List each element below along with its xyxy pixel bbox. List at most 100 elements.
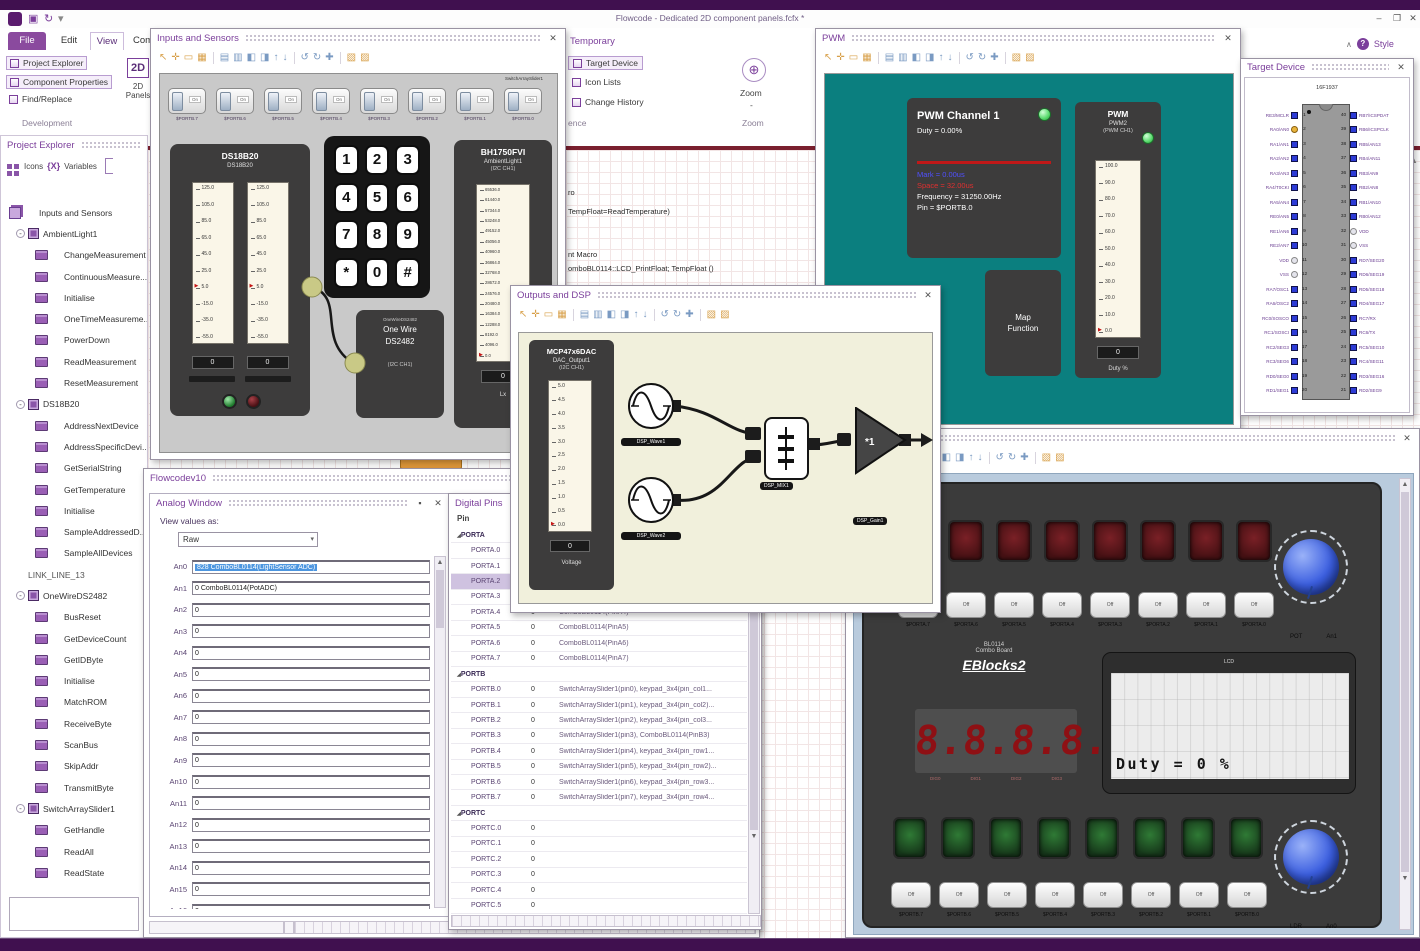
- port-toggle-button[interactable]: Off: [1090, 592, 1130, 618]
- tree-expander[interactable]: [52, 677, 61, 686]
- tree-expander[interactable]: [52, 783, 61, 792]
- analog-value-input[interactable]: 0: [192, 645, 430, 660]
- tree-expander[interactable]: [52, 315, 61, 324]
- digital-pin-row[interactable]: PORTA.5 0 ComboBL0114(PinA5): [451, 621, 747, 637]
- toolbar-icon[interactable]: [877, 52, 879, 64]
- switch-handle[interactable]: [412, 92, 423, 111]
- tree-expander[interactable]: [52, 251, 61, 260]
- variables-icon[interactable]: {X}: [47, 161, 60, 171]
- toolbar-icon[interactable]: ▧: [347, 53, 356, 63]
- analog-value-input[interactable]: 828 ComboBL0114(LightSensor ADC): [192, 559, 430, 574]
- tree-item[interactable]: Initialise: [3, 287, 147, 308]
- tree-item[interactable]: GetTemperature: [3, 479, 147, 500]
- view-toggle[interactable]: Icon Lists: [568, 76, 625, 88]
- analog-value-input[interactable]: 0: [192, 753, 430, 768]
- digital-pin-row[interactable]: PORTA.6 0 ComboBL0114(PinA6): [451, 636, 747, 652]
- toolbar-icon[interactable]: ▨: [360, 53, 369, 63]
- toolbar-icon[interactable]: ▥: [898, 53, 907, 63]
- switch-handle[interactable]: [508, 92, 519, 111]
- port-toggle-button[interactable]: Off: [1179, 882, 1219, 908]
- toolbar-icon[interactable]: ↻: [313, 53, 321, 63]
- dsp-wave1-component[interactable]: DSP_Wave1: [621, 380, 681, 446]
- toolbar-icon[interactable]: ◨: [260, 53, 269, 63]
- analog-value-input[interactable]: 0: [192, 624, 430, 639]
- scroll-up-icon[interactable]: ▲: [435, 557, 445, 569]
- digital-pin-row[interactable]: PORTB.5 0 SwitchArraySlider1(pin5), keyp…: [451, 760, 747, 775]
- tree-item[interactable]: ChangeMeasurement: [3, 245, 147, 266]
- variables-label[interactable]: Variables: [64, 162, 97, 171]
- tree-expander[interactable]: [52, 272, 61, 281]
- toolbar-icon[interactable]: ↻: [1008, 453, 1016, 463]
- toolbar-icon[interactable]: ▥: [233, 53, 242, 63]
- toolbar-icon[interactable]: ↑: [634, 310, 639, 320]
- toolbar-icon[interactable]: [1034, 452, 1036, 464]
- toolbar-icon[interactable]: ↑: [939, 53, 944, 63]
- tree-item[interactable]: GetDeviceCount: [3, 628, 147, 649]
- toolbar-icon[interactable]: ✛: [171, 53, 179, 63]
- toggle-switch[interactable]: On: [504, 88, 542, 114]
- tree-expander[interactable]: [52, 762, 61, 771]
- tree-expander[interactable]: [52, 485, 61, 494]
- toolbar-icon[interactable]: ▦: [557, 310, 566, 320]
- ribbon-tab[interactable]: File: [8, 32, 46, 50]
- digital-pin-row[interactable]: PORTC.2 0: [451, 852, 747, 868]
- icons-view-icon[interactable]: [7, 163, 12, 169]
- mcp47x6-dac-component[interactable]: MCP47x6DAC DAC_Output1 (I2C CH1) 5.0 4.5 4…: [529, 340, 614, 590]
- tree-expander[interactable]: [52, 293, 61, 302]
- tree-item[interactable]: ContinuousMeasure...: [3, 266, 147, 287]
- port-toggle-button[interactable]: Off: [994, 592, 1034, 618]
- tree-expander[interactable]: [52, 847, 61, 856]
- tree-item[interactable]: PowerDown: [3, 330, 147, 351]
- help-icon[interactable]: ?: [1356, 38, 1369, 50]
- toggle-switch[interactable]: On: [312, 88, 350, 114]
- toolbar-icon[interactable]: ✚: [1020, 453, 1028, 463]
- keypad-key[interactable]: 8: [364, 220, 390, 250]
- toolbar-icon[interactable]: ✛: [531, 310, 539, 320]
- toolbar-icon[interactable]: ◧: [942, 453, 951, 463]
- tree-expander[interactable]: [52, 357, 61, 366]
- tree-item[interactable]: ResetMeasurement: [3, 372, 147, 393]
- tree-item[interactable]: ReadMeasurement: [3, 351, 147, 372]
- ribbon-button[interactable]: Project Explorer: [6, 56, 88, 70]
- scrollbar-thumb[interactable]: [436, 570, 444, 628]
- tree-item[interactable]: - OneWireDS2482: [3, 585, 147, 606]
- toolbar-icon[interactable]: ▭: [184, 53, 193, 63]
- toolbar-icon[interactable]: ▧: [707, 310, 716, 320]
- toolbar-icon[interactable]: ✚: [990, 53, 998, 63]
- scrollbar[interactable]: ▲ ▼: [1399, 478, 1411, 930]
- keypad-key[interactable]: 3: [395, 145, 420, 175]
- scrollbar[interactable]: ▲: [434, 556, 446, 908]
- toolbar-icon[interactable]: [572, 309, 574, 321]
- zoom-button-label[interactable]: Zoom: [740, 88, 762, 98]
- digital-pin-row[interactable]: PORTC.5 0: [451, 899, 747, 914]
- keypad-key[interactable]: 9: [395, 220, 420, 250]
- switch-handle[interactable]: [316, 92, 327, 111]
- tree-item[interactable]: - SwitchArraySlider1: [3, 798, 147, 819]
- toolbar-icon[interactable]: ▤: [885, 53, 894, 63]
- tree-item[interactable]: Inputs and Sensors: [3, 202, 147, 223]
- toolbar-icon[interactable]: ✚: [325, 53, 333, 63]
- switch-handle[interactable]: [220, 92, 231, 111]
- port-toggle-button[interactable]: Off: [1035, 882, 1075, 908]
- tree-item[interactable]: Initialise: [3, 671, 147, 692]
- keypad-key[interactable]: *: [334, 257, 359, 288]
- analog-value-input[interactable]: 0: [192, 774, 430, 789]
- toggle-switch[interactable]: On: [216, 88, 254, 114]
- tree-expander[interactable]: -: [16, 229, 25, 239]
- tree-item[interactable]: - AmbientLight1: [3, 223, 147, 244]
- map-function-component[interactable]: Map Function: [985, 270, 1061, 376]
- port-toggle-button[interactable]: Off: [1138, 592, 1178, 618]
- tree-item[interactable]: OneTimeMeasureme...: [3, 308, 147, 329]
- toolbar-icon[interactable]: ▨: [1055, 453, 1064, 463]
- scroll-down-icon[interactable]: ▼: [749, 831, 759, 843]
- tree-item[interactable]: MatchROM: [3, 692, 147, 713]
- toolbar-icon[interactable]: [339, 52, 341, 64]
- toolbar-icon[interactable]: ▤: [220, 53, 229, 63]
- toolbar-icon[interactable]: ↖: [159, 53, 167, 63]
- close-icon[interactable]: ✕: [1222, 33, 1234, 44]
- ribbon-button[interactable]: Component Properties: [6, 75, 113, 89]
- toolbar-icon[interactable]: ▭: [544, 310, 553, 320]
- tree-expander[interactable]: [52, 528, 61, 537]
- port-toggle-button[interactable]: Off: [987, 882, 1027, 908]
- voltage-slider[interactable]: 5.0 4.5 4.0 3.5 3.0 2.5 2.0 1.5 1.0 0.5 0.0: [548, 380, 592, 532]
